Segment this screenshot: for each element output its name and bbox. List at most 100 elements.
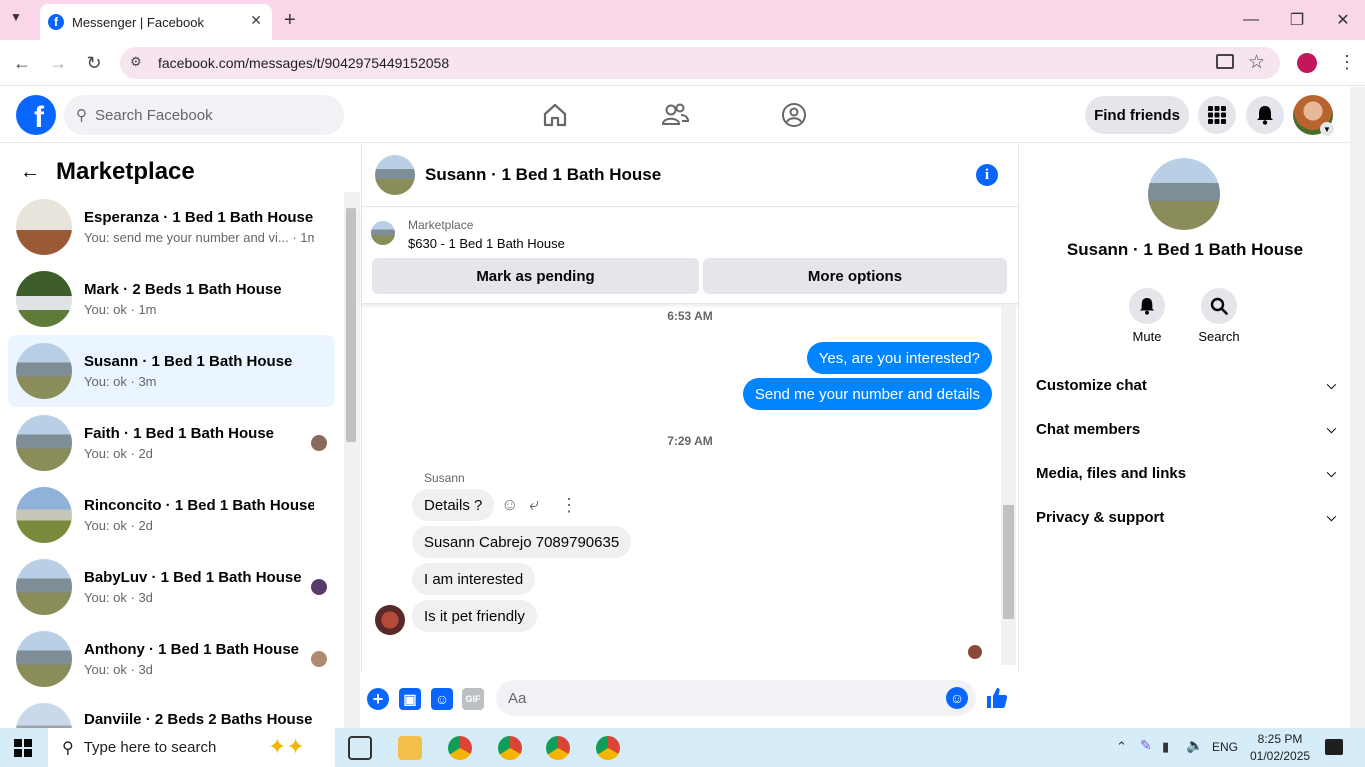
browser-tab[interactable]: f Messenger | Facebook ✕ <box>40 4 272 40</box>
timestamp: 7:29 AM <box>667 434 713 448</box>
sender-name: Susann <box>424 471 465 485</box>
file-explorer-icon[interactable] <box>398 736 422 760</box>
read-receipt-avatar <box>311 651 327 667</box>
browser-menu-icon[interactable]: ⋮ <box>1338 52 1356 73</box>
sidebar-scrollbar[interactable] <box>344 192 360 728</box>
more-actions-icon[interactable]: ⋮ <box>560 495 578 516</box>
sender-avatar[interactable] <box>375 605 405 635</box>
incoming-message[interactable]: I am interested <box>412 563 536 595</box>
search-conversation-button[interactable] <box>1201 288 1237 324</box>
customize-chat-section[interactable]: Customize chat ⌵ <box>1036 373 1336 397</box>
conversation-preview: You: ok · 2d <box>84 446 153 461</box>
chat-title[interactable]: Susann · 1 Bed 1 Bath House <box>425 165 661 185</box>
language-indicator[interactable]: ENG <box>1212 740 1238 754</box>
new-tab-icon[interactable]: + <box>284 9 296 32</box>
incoming-message[interactable]: Is it pet friendly <box>412 600 537 632</box>
windows-start-icon[interactable] <box>14 739 32 762</box>
profile-icon[interactable] <box>1297 53 1317 73</box>
conversation-name: Esperanza · 1 Bed 1 Bath House <box>84 209 314 226</box>
restore-icon[interactable]: ❐ <box>1282 8 1312 32</box>
info-icon[interactable]: i <box>976 164 998 186</box>
facebook-search-input[interactable]: ⚲ Search Facebook <box>64 95 344 135</box>
minimize-icon[interactable]: — <box>1236 8 1266 32</box>
conversation-item[interactable]: Esperanza · 1 Bed 1 Bath House You: send … <box>8 191 335 263</box>
sticker-icon[interactable]: ☺ <box>431 688 453 710</box>
volume-icon[interactable]: 🔈 <box>1186 737 1203 754</box>
gif-icon[interactable]: GIF <box>462 688 484 710</box>
chat-members-section[interactable]: Chat members ⌵ <box>1036 417 1336 441</box>
message-input[interactable]: Aa <box>496 680 976 716</box>
thumbs-up-icon[interactable] <box>985 686 1009 715</box>
chrome-icon[interactable] <box>448 736 472 760</box>
close-tab-icon[interactable]: ✕ <box>250 12 262 29</box>
seen-receipt-avatar <box>968 645 982 659</box>
more-options-button[interactable]: More options <box>703 258 1007 294</box>
notifications-icon[interactable] <box>1325 739 1343 755</box>
outgoing-message[interactable]: Send me your number and details <box>742 378 992 410</box>
find-friends-button[interactable]: Find friends <box>1085 96 1189 134</box>
close-window-icon[interactable]: ✕ <box>1328 8 1358 32</box>
facebook-logo-icon[interactable]: f <box>16 95 56 135</box>
url-bar[interactable]: ⚙ facebook.com/messages/t/90429754491520… <box>120 47 1280 79</box>
forward-icon[interactable]: → <box>46 52 70 74</box>
timestamp: 6:53 AM <box>667 309 713 323</box>
home-icon[interactable] <box>538 98 572 132</box>
contact-avatar[interactable] <box>1148 158 1220 230</box>
conversation-item-active[interactable]: Susann · 1 Bed 1 Bath House You: ok · 3m <box>8 335 335 407</box>
listing-thumbnail <box>16 199 72 255</box>
back-arrow-icon[interactable]: ← <box>20 161 44 184</box>
page-scrollbar[interactable] <box>1350 87 1365 728</box>
chat-avatar[interactable] <box>375 155 415 195</box>
conversation-item[interactable]: Mark · 2 Beds 1 Bath House You: ok · 1m <box>8 263 335 335</box>
install-app-icon[interactable] <box>1216 54 1234 69</box>
mute-button[interactable] <box>1129 288 1165 324</box>
conversation-item[interactable]: Faith · 1 Bed 1 Bath House You: ok · 2d <box>8 407 335 479</box>
conversation-item[interactable]: BabyLuv · 1 Bed 1 Bath House You: ok · 3d <box>8 551 335 623</box>
friends-icon[interactable] <box>658 98 692 132</box>
incoming-message[interactable]: Details ? <box>412 489 495 521</box>
chat-header: Susann · 1 Bed 1 Bath House <box>361 144 1019 207</box>
listing-thumbnail <box>371 221 395 245</box>
scrollbar-thumb[interactable] <box>1003 505 1014 619</box>
scrollbar-thumb[interactable] <box>346 208 356 442</box>
mark-as-pending-button[interactable]: Mark as pending <box>372 258 699 294</box>
menu-grid-icon[interactable] <box>1198 96 1236 134</box>
conversation-name: Mark · 2 Beds 1 Bath House <box>84 281 282 298</box>
show-hidden-icons-chevron[interactable]: ⌃ <box>1116 739 1127 755</box>
site-info-icon[interactable]: ⚙ <box>130 54 142 70</box>
reply-icon[interactable]: ⤶ <box>529 494 539 515</box>
listing-title[interactable]: $630 - 1 Bed 1 Bath House <box>408 236 565 251</box>
photo-icon[interactable]: ▣ <box>399 688 421 710</box>
groups-icon[interactable] <box>777 98 811 132</box>
sidebar-title: Marketplace <box>56 158 195 185</box>
emoji-icon[interactable]: ☺ <box>946 687 968 709</box>
plus-icon[interactable]: + <box>367 688 389 710</box>
conversation-name: Danviile · 2 Beds 2 Baths House <box>84 711 313 728</box>
search-icon: ⚲ <box>62 739 74 757</box>
bookmark-star-icon[interactable]: ☆ <box>1248 51 1265 74</box>
conversation-item[interactable]: Danviile · 2 Beds 2 Baths House <box>8 695 335 728</box>
chrome-icon[interactable] <box>596 736 620 760</box>
incoming-message[interactable]: Susann Cabrejo 7089790635 <box>412 526 632 558</box>
back-icon[interactable]: ← <box>10 52 34 74</box>
battery-icon[interactable]: ▮ <box>1162 739 1169 755</box>
react-emoji-icon[interactable]: ☺ <box>501 495 518 515</box>
chat-scrollbar[interactable] <box>1001 305 1016 665</box>
taskbar-search-input[interactable]: ⚲ Type here to search ✦✦ <box>48 728 335 767</box>
contact-name: Susann · 1 Bed 1 Bath House <box>1066 240 1304 259</box>
system-clock[interactable]: 8:25 PM 01/02/2025 <box>1250 731 1310 765</box>
outgoing-message[interactable]: Yes, are you interested? <box>806 342 992 374</box>
chrome-icon[interactable] <box>546 736 570 760</box>
reload-icon[interactable]: ↻ <box>82 52 106 74</box>
clock-date: 01/02/2025 <box>1250 749 1311 763</box>
conversation-item[interactable]: Rinconcito · 1 Bed 1 Bath House You: ok ·… <box>8 479 335 551</box>
conversation-item[interactable]: Anthony · 1 Bed 1 Bath House You: ok · 3d <box>8 623 335 695</box>
media-files-links-section[interactable]: Media, files and links ⌵ <box>1036 461 1336 485</box>
notifications-bell-icon[interactable] <box>1246 96 1284 134</box>
task-view-icon[interactable] <box>348 736 372 760</box>
account-chevron-icon[interactable]: ▼ <box>1320 122 1334 136</box>
chrome-icon[interactable] <box>498 736 522 760</box>
tab-list-chevron-icon[interactable]: ▼ <box>10 10 22 24</box>
privacy-support-section[interactable]: Privacy & support ⌵ <box>1036 505 1336 529</box>
pen-icon[interactable]: ✎ <box>1140 737 1152 754</box>
